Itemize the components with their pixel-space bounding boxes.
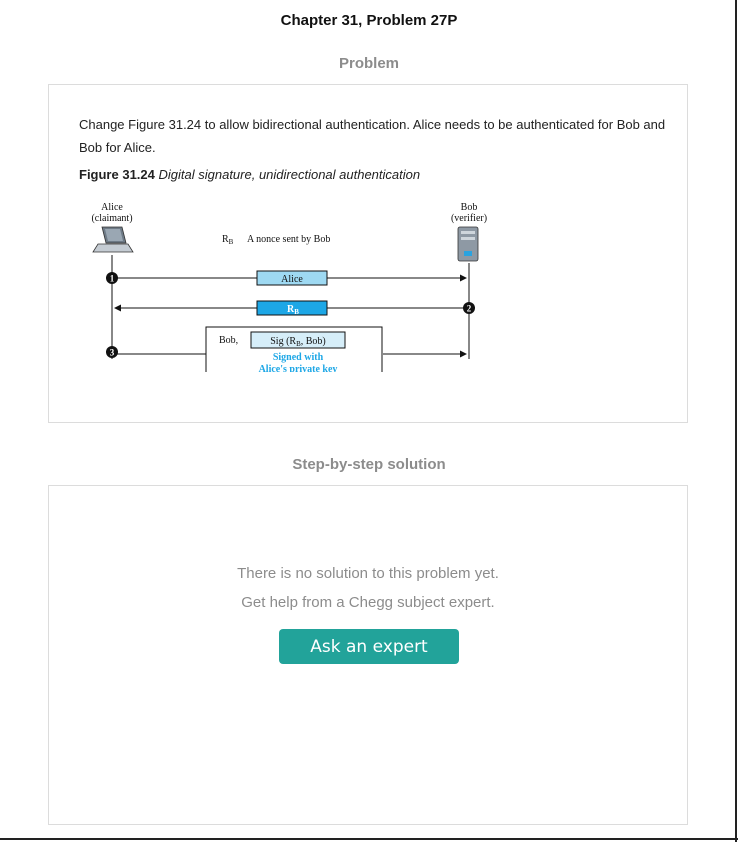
solution-panel: There is no solution to this problem yet… xyxy=(48,485,688,825)
step-2-number: 2 xyxy=(467,304,472,314)
no-solution-text: There is no solution to this problem yet… xyxy=(237,565,499,582)
signature-note-line1: Signed with xyxy=(273,352,324,363)
solution-heading: Step-by-step solution xyxy=(292,456,446,473)
laptop-icon xyxy=(92,226,134,253)
nonce-symbol: RB xyxy=(222,234,234,246)
figure-label: Figure 31.24 xyxy=(79,167,155,182)
server-icon xyxy=(457,226,479,262)
message-3-prefix: Bob, xyxy=(219,335,238,346)
nonce-description: A nonce sent by Bob xyxy=(247,234,330,245)
bob-name: Bob xyxy=(461,202,478,213)
authentication-diagram: Alice (claimant) Bob (verifier) RB A non… xyxy=(91,202,487,372)
figure-title: Digital signature, unidirectional authen… xyxy=(158,167,421,182)
alice-name: Alice xyxy=(101,202,123,213)
message-1-label: Alice xyxy=(281,274,303,285)
step-1-number: 1 xyxy=(110,274,115,284)
ask-expert-button[interactable]: Ask an expert xyxy=(279,629,459,664)
figure-caption: Figure 31.24 Digital signature, unidirec… xyxy=(79,167,420,182)
alice-role: (claimant) xyxy=(91,213,132,224)
bob-role: (verifier) xyxy=(451,213,487,224)
step-3-number: 3 xyxy=(110,348,115,358)
problem-panel: Change Figure 31.24 to allow bidirection… xyxy=(48,84,688,423)
window-bottom-border xyxy=(0,838,738,840)
problem-text: Change Figure 31.24 to allow bidirection… xyxy=(79,117,666,155)
signature-note-line2: Alice's private key xyxy=(259,364,338,372)
expert-help-text: Get help from a Chegg subject expert. xyxy=(241,594,495,611)
chapter-title: Chapter 31, Problem 27P xyxy=(280,12,458,29)
problem-heading: Problem xyxy=(338,55,399,72)
window-right-border xyxy=(735,0,737,842)
